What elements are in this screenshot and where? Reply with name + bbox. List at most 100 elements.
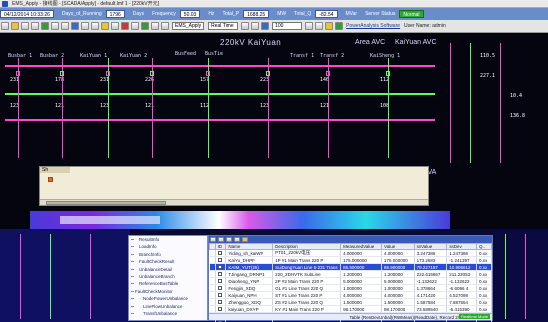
row-checkbox[interactable] bbox=[217, 251, 222, 256]
first-page-icon[interactable] bbox=[210, 237, 216, 242]
mini-bus[interactable] bbox=[505, 234, 506, 319]
row-checkbox[interactable] bbox=[217, 272, 222, 277]
breaker-switch[interactable] bbox=[326, 71, 330, 76]
breaker-switch[interactable] bbox=[206, 71, 210, 76]
breaker-switch[interactable] bbox=[106, 71, 110, 76]
tree-item[interactable]: NodePowerUnbalance bbox=[129, 295, 207, 302]
back-icon[interactable] bbox=[81, 22, 89, 30]
single-line-diagram-canvas[interactable]: 220kV KaiYuan Area AVC KaiYuan AVC Busba… bbox=[0, 33, 548, 322]
save-icon[interactable] bbox=[21, 22, 29, 30]
find-icon[interactable] bbox=[111, 22, 119, 30]
zoom-select[interactable]: 100 bbox=[272, 22, 303, 30]
zoom-in-icon[interactable] bbox=[51, 22, 59, 30]
table-row[interactable]: KAIM_YUT(25) SuiDongYuan Line 5-231 Trans… bbox=[209, 263, 493, 271]
breaker-switch[interactable] bbox=[60, 71, 64, 76]
tree-item[interactable]: LoadInfo bbox=[129, 243, 207, 250]
mini-bus[interactable] bbox=[90, 234, 91, 319]
filter-icon[interactable] bbox=[261, 22, 270, 30]
info-icon[interactable] bbox=[325, 22, 334, 30]
open-folder-icon[interactable] bbox=[11, 22, 19, 30]
tree-item[interactable]: TransfUnbalance bbox=[129, 310, 207, 317]
realtime-badge[interactable]: Realtime Mode bbox=[459, 314, 490, 319]
total-p-label: Total_P bbox=[222, 11, 240, 17]
left-mini-diagram[interactable] bbox=[0, 229, 130, 322]
next-page-icon[interactable] bbox=[226, 237, 232, 242]
breaker-switch[interactable] bbox=[266, 71, 270, 76]
time-mode-select[interactable]: Real Time bbox=[208, 22, 239, 30]
tree-item[interactable]: UnbalanceDetail bbox=[129, 266, 207, 273]
settings-icon[interactable] bbox=[241, 22, 250, 30]
busbar-220kv-3[interactable] bbox=[5, 119, 435, 121]
grid-icon[interactable] bbox=[161, 22, 169, 30]
breaker-switch[interactable] bbox=[150, 71, 154, 76]
table-row[interactable]: TJingang_DRNP1 220_2DHVTK SubLine 1.200000… bbox=[209, 270, 493, 278]
table-icon[interactable] bbox=[315, 22, 324, 30]
new-icon[interactable] bbox=[1, 22, 9, 30]
home-icon[interactable] bbox=[71, 22, 79, 30]
print-icon[interactable] bbox=[31, 22, 39, 30]
layer-icon[interactable] bbox=[131, 22, 139, 30]
mode-select[interactable]: EMS_Apply bbox=[172, 22, 205, 30]
table-cell: ST #1 Line Trans 220 P bbox=[272, 291, 342, 299]
tree-item[interactable]: ResultInfo bbox=[129, 236, 207, 243]
row-checkbox[interactable] bbox=[217, 286, 222, 291]
bookmark-icon[interactable] bbox=[101, 22, 109, 30]
busbar-220kv-1[interactable] bbox=[5, 65, 435, 67]
avc-bus[interactable] bbox=[470, 43, 471, 163]
breaker-switch[interactable] bbox=[386, 71, 390, 76]
server-status-badge[interactable]: Normal bbox=[399, 10, 424, 18]
table-row[interactable]: kaiyuan_DXYP KY #1 Main Trans 220 P 98.170… bbox=[209, 305, 493, 313]
result-tree[interactable]: ResultInfo LoadInfo BranchInfo FaultCheckRe… bbox=[128, 235, 208, 321]
app-link[interactable]: PowerAnalysis Software bbox=[344, 23, 402, 29]
avc-bus[interactable] bbox=[450, 43, 451, 163]
table-row[interactable]: Zhengguo_XDQ ZS #2 Line Trans 220 Q 1.5000… bbox=[209, 298, 493, 306]
mini-bus[interactable] bbox=[20, 234, 21, 319]
tree-item[interactable]: ReferenceBusTable bbox=[129, 280, 207, 287]
pane-scrollbar[interactable] bbox=[40, 199, 428, 205]
table-row[interactable]: Fengjin_XDQ GL #1 Line Trans 220 Q 1.00000… bbox=[209, 284, 493, 292]
breaker-switch[interactable] bbox=[16, 71, 20, 76]
tree-item[interactable]: FaultCheckResult bbox=[129, 258, 207, 265]
tree-item[interactable]: LineFlowUnbalance bbox=[129, 303, 207, 310]
power-icon[interactable] bbox=[335, 22, 344, 30]
row-checkbox[interactable] bbox=[217, 307, 222, 312]
tree-item[interactable]: BranchInfo bbox=[129, 251, 207, 258]
table-row[interactable]: Yiding_sh_kaiWF PT01_220kV电压 4.000000 4.000… bbox=[209, 249, 493, 257]
table-row[interactable]: Kaiyuan_NPH ST #1 Line Trans 220 P 4.00000… bbox=[209, 291, 493, 299]
mini-bus[interactable] bbox=[525, 234, 526, 319]
tree-item[interactable]: UnbalanceBranch bbox=[129, 273, 207, 280]
table-cell bbox=[215, 298, 227, 306]
tree-item[interactable]: FaultCheckMonitor bbox=[129, 288, 207, 295]
message-pane[interactable]: Sh bbox=[39, 166, 429, 206]
table-row[interactable]: KaiYu_DHPF 1P #1 Main Trans 220 P 175.0000… bbox=[209, 256, 493, 264]
frequency-value: 50.03 bbox=[179, 10, 201, 18]
lock-icon[interactable] bbox=[251, 22, 260, 30]
chart-icon[interactable] bbox=[305, 22, 314, 30]
row-checkbox[interactable] bbox=[217, 279, 222, 284]
prev-page-icon[interactable] bbox=[218, 237, 224, 242]
zoom-out-icon[interactable] bbox=[61, 22, 69, 30]
user-label: User Name: admin bbox=[404, 23, 446, 29]
row-checkbox[interactable] bbox=[217, 258, 222, 263]
warning-icon[interactable] bbox=[48, 177, 53, 182]
right-mini-diagram[interactable] bbox=[495, 229, 548, 322]
avc-bus[interactable] bbox=[500, 43, 501, 163]
alarm-icon[interactable] bbox=[121, 22, 129, 30]
avc-value-4: 136.8 bbox=[510, 113, 526, 119]
mini-bus[interactable] bbox=[50, 234, 51, 319]
table-row[interactable]: Diaoheng_YNP 2P #2 Main Trans 220 P 5.0000… bbox=[209, 277, 493, 285]
run-icon[interactable] bbox=[141, 22, 149, 30]
refresh-icon[interactable] bbox=[41, 22, 49, 30]
forward-icon[interactable] bbox=[91, 22, 99, 30]
row-checkbox[interactable] bbox=[217, 293, 222, 298]
avc-title: KaiYuan AVC bbox=[395, 39, 437, 46]
export-icon[interactable] bbox=[242, 237, 248, 242]
last-page-icon[interactable] bbox=[234, 237, 240, 242]
row-checkbox[interactable] bbox=[217, 265, 222, 270]
busbar-220kv-2[interactable] bbox=[5, 93, 435, 95]
pane-scroll-thumb[interactable] bbox=[46, 201, 166, 205]
table-cell: 175.000000 bbox=[340, 256, 383, 264]
pane-tab[interactable]: Sh bbox=[40, 167, 70, 173]
row-checkbox[interactable] bbox=[217, 300, 222, 305]
pause-icon[interactable] bbox=[151, 22, 159, 30]
